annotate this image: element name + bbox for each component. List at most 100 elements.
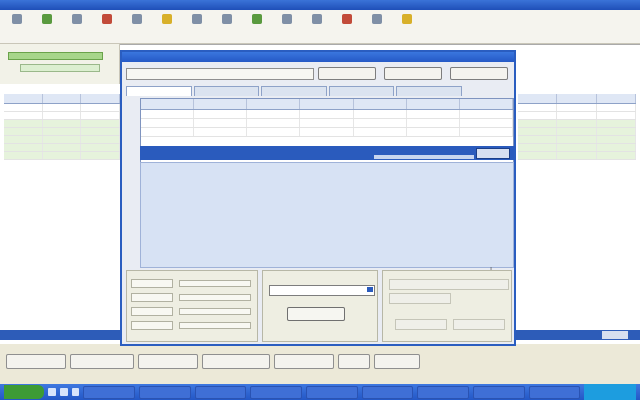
table-row[interactable] [518, 112, 636, 120]
toolbar-button[interactable] [396, 14, 418, 39]
taskbar-task[interactable] [83, 385, 135, 399]
disabled-field [389, 279, 509, 290]
taskbar-task[interactable] [417, 385, 470, 399]
status-bar-button[interactable] [602, 331, 628, 339]
table-row[interactable] [518, 104, 636, 112]
grid-total-button[interactable] [476, 148, 510, 159]
toolbar-button[interactable] [36, 14, 58, 39]
toolbar-button[interactable] [336, 14, 358, 39]
toolbar-button[interactable] [156, 14, 178, 39]
total-row [131, 279, 251, 288]
progress-fill [374, 155, 474, 159]
table-row[interactable] [518, 144, 636, 152]
table-row[interactable] [141, 110, 513, 119]
toolbar-button[interactable] [186, 14, 208, 39]
toolbar-icon [132, 14, 142, 24]
toolbar-button[interactable] [306, 14, 328, 39]
toolbar-button[interactable] [6, 14, 28, 39]
quick-launch-icon[interactable] [59, 388, 68, 396]
tab[interactable] [396, 86, 462, 96]
taskbar-task[interactable] [528, 385, 581, 399]
bottom-button[interactable] [6, 354, 66, 369]
toolbar-icon [252, 14, 262, 24]
taskbar-task[interactable] [305, 385, 358, 399]
dialog-tabs [126, 86, 462, 96]
toolbar-icon [312, 14, 322, 24]
bottom-button[interactable] [338, 354, 370, 369]
ok-button[interactable] [287, 307, 345, 321]
disabled-group [382, 270, 512, 342]
quick-launch-icon[interactable] [48, 388, 56, 396]
bottom-button-strip [0, 352, 640, 370]
taskbar-task[interactable] [194, 385, 247, 399]
dialog-search-field[interactable] [126, 68, 314, 80]
bottom-button[interactable] [274, 354, 334, 369]
dialog-button[interactable] [450, 67, 508, 80]
toolbar-button[interactable] [126, 14, 148, 39]
right-data-grid [518, 94, 636, 160]
toolbar-icon [42, 14, 52, 24]
table-row[interactable] [518, 128, 636, 136]
table-row[interactable] [518, 120, 636, 128]
table-row[interactable] [4, 120, 121, 128]
tab[interactable] [126, 86, 192, 96]
toolbar-button[interactable] [216, 14, 238, 39]
taskbar-task[interactable] [361, 385, 414, 399]
table-row[interactable] [518, 152, 636, 160]
toolbar-icon [192, 14, 202, 24]
toolbar-button[interactable] [276, 14, 298, 39]
payment-type-select[interactable] [269, 285, 375, 296]
grid-header [141, 99, 513, 110]
disabled-field [389, 293, 451, 304]
total-row [131, 321, 251, 330]
totals-group [126, 270, 258, 342]
left-data-grid [4, 94, 121, 160]
bottom-button[interactable] [374, 354, 420, 369]
table-row[interactable] [4, 128, 121, 136]
selected-filter[interactable] [8, 52, 103, 60]
taskbar [0, 384, 640, 400]
grid-total-bar [140, 146, 514, 160]
toolbar-icon [102, 14, 112, 24]
toolbar-button[interactable] [66, 14, 88, 39]
table-row[interactable] [518, 136, 636, 144]
toolbar-icon [282, 14, 292, 24]
table-row[interactable] [4, 144, 121, 152]
total-row [131, 307, 251, 316]
toolbar-button[interactable] [366, 14, 388, 39]
toolbar-button[interactable] [246, 14, 268, 39]
filter-field[interactable] [20, 64, 100, 72]
tab[interactable] [328, 86, 395, 96]
toolbar-icon [12, 14, 22, 24]
dialog-button[interactable] [318, 67, 376, 80]
bottom-button[interactable] [70, 354, 134, 369]
bottom-button[interactable] [202, 354, 270, 369]
toolbar-icon [342, 14, 352, 24]
table-row[interactable] [4, 136, 121, 144]
toolbar-button[interactable] [96, 14, 118, 39]
dialog-title-bar[interactable] [122, 52, 514, 62]
table-row[interactable] [141, 128, 513, 137]
table-row[interactable] [4, 112, 121, 120]
disabled-button [453, 319, 505, 330]
taskbar-task[interactable] [250, 385, 302, 399]
disabled-button [395, 319, 447, 330]
main-toolbar [0, 10, 640, 44]
dialog-window: I [120, 50, 516, 346]
grid-header [518, 94, 636, 104]
table-row[interactable] [4, 152, 121, 160]
toolbar-icon [222, 14, 232, 24]
dialog-button[interactable] [384, 67, 442, 80]
table-row[interactable] [141, 119, 513, 128]
toolbar-icon [162, 14, 172, 24]
quick-launch-icon[interactable] [71, 388, 80, 396]
taskbar-task[interactable] [138, 385, 191, 399]
table-row[interactable] [4, 104, 121, 112]
taskbar-task[interactable] [473, 385, 525, 399]
start-button[interactable] [4, 385, 45, 399]
tab[interactable] [261, 86, 327, 96]
tab[interactable] [193, 86, 260, 96]
toolbar-icon [72, 14, 82, 24]
bottom-button[interactable] [138, 354, 198, 369]
chevron-down-icon [367, 287, 373, 292]
